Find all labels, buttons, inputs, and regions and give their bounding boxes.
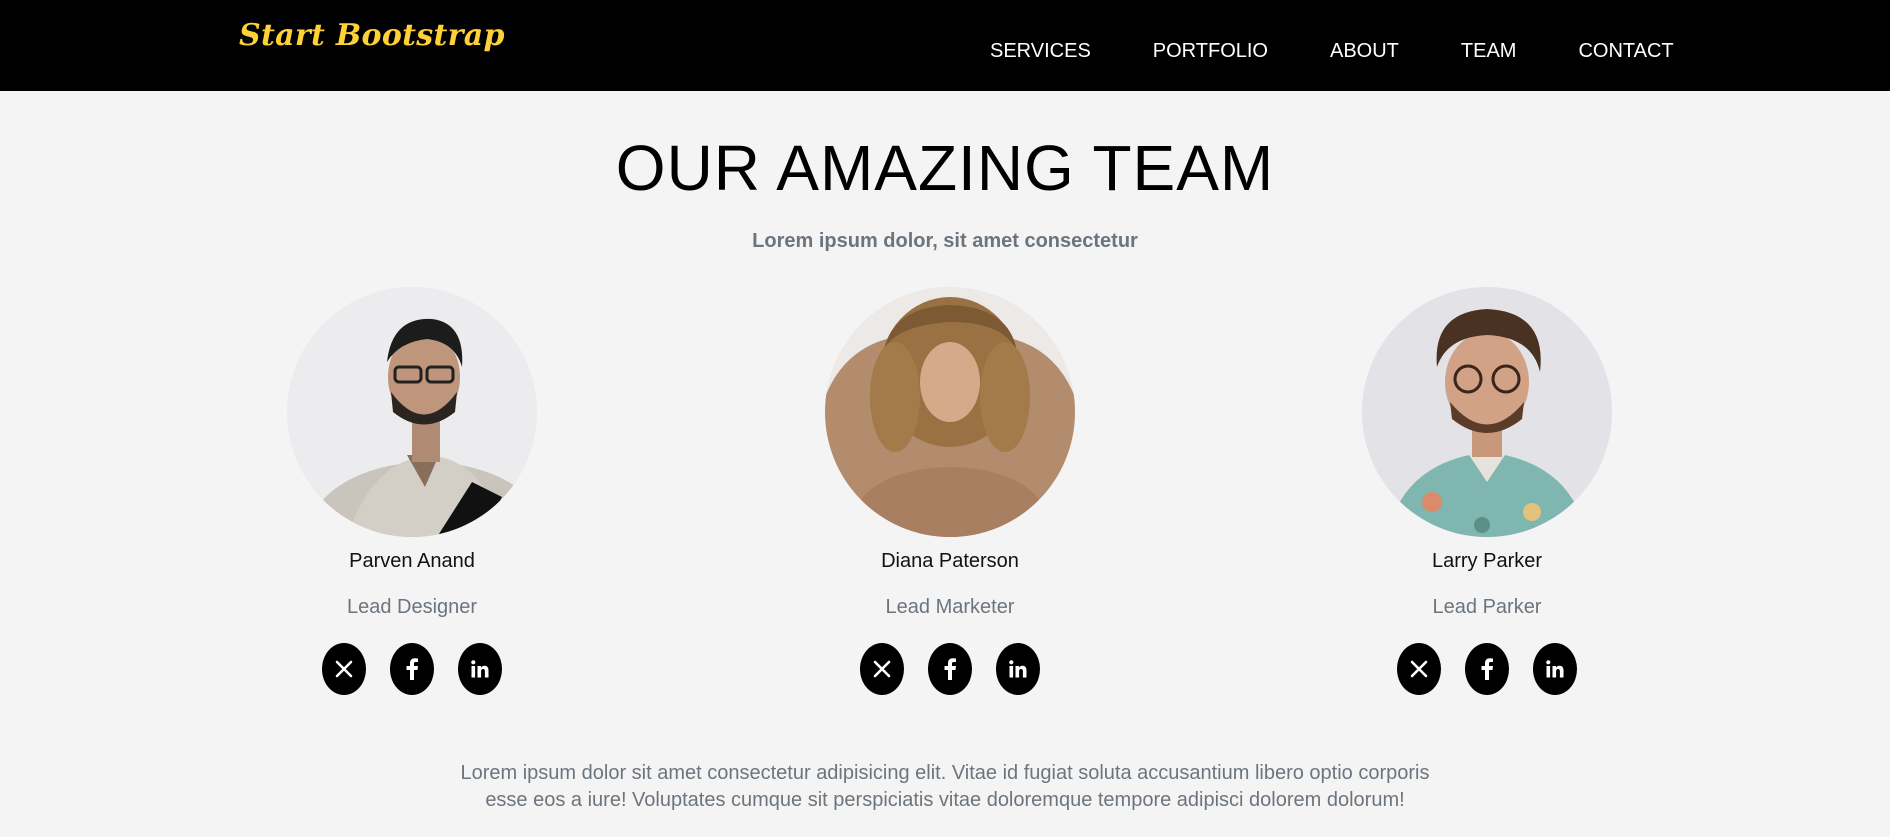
- linkedin-button[interactable]: [458, 643, 502, 695]
- member-name: Parven Anand: [349, 550, 475, 572]
- x-icon: [873, 660, 891, 678]
- linkedin-button[interactable]: [1533, 643, 1577, 695]
- nav-link-contact[interactable]: CONTACT: [1578, 37, 1673, 65]
- nav-link-services[interactable]: SERVICES: [990, 37, 1091, 65]
- avatar-photo: [825, 287, 1075, 537]
- section-subtitle: Lorem ipsum dolor, sit amet consectetur: [752, 230, 1138, 252]
- x-icon: [335, 660, 353, 678]
- member-name: Diana Paterson: [881, 550, 1019, 572]
- facebook-button[interactable]: [390, 643, 434, 695]
- linkedin-icon: [1546, 660, 1564, 678]
- member-role: Lead Parker: [1432, 596, 1542, 618]
- nav-link-team[interactable]: TEAM: [1461, 37, 1517, 65]
- team-description-line-1: Lorem ipsum dolor sit amet consectetur a…: [460, 762, 1430, 784]
- avatar-photo: [1362, 287, 1612, 537]
- facebook-icon: [1480, 658, 1494, 680]
- member-name: Larry Parker: [1431, 550, 1543, 572]
- x-button[interactable]: [860, 643, 904, 695]
- team-description: Lorem ipsum dolor sit amet consectetur a…: [0, 760, 1890, 814]
- member-role: Lead Marketer: [885, 596, 1015, 618]
- linkedin-icon: [471, 660, 489, 678]
- x-icon: [1410, 660, 1428, 678]
- section-title: OUR AMAZING TEAM: [615, 132, 1275, 204]
- team-member-card: Larry Parker Lead Parker: [1362, 287, 1612, 695]
- navbar: Start Bootstrap SERVICES PORTFOLIO ABOUT…: [0, 0, 1890, 91]
- facebook-button[interactable]: [928, 643, 972, 695]
- x-button[interactable]: [322, 643, 366, 695]
- team-member-card: Parven Anand Lead Designer: [287, 287, 537, 695]
- brand-logo[interactable]: Start Bootstrap: [239, 18, 505, 53]
- avatar-photo: [287, 287, 537, 537]
- x-button[interactable]: [1397, 643, 1441, 695]
- linkedin-button[interactable]: [996, 643, 1040, 695]
- team-member-card: Diana Paterson Lead Marketer: [825, 287, 1075, 695]
- facebook-icon: [943, 658, 957, 680]
- social-links: [287, 643, 537, 695]
- nav-links: SERVICES PORTFOLIO ABOUT TEAM CONTACT: [990, 37, 1674, 65]
- member-role: Lead Designer: [346, 596, 478, 618]
- nav-link-portfolio[interactable]: PORTFOLIO: [1153, 37, 1268, 65]
- linkedin-icon: [1009, 660, 1027, 678]
- social-links: [1362, 643, 1612, 695]
- social-links: [825, 643, 1075, 695]
- nav-link-about[interactable]: ABOUT: [1330, 37, 1399, 65]
- facebook-button[interactable]: [1465, 643, 1509, 695]
- facebook-icon: [405, 658, 419, 680]
- team-description-line-2: esse eos a iure! Voluptates cumque sit p…: [485, 789, 1405, 811]
